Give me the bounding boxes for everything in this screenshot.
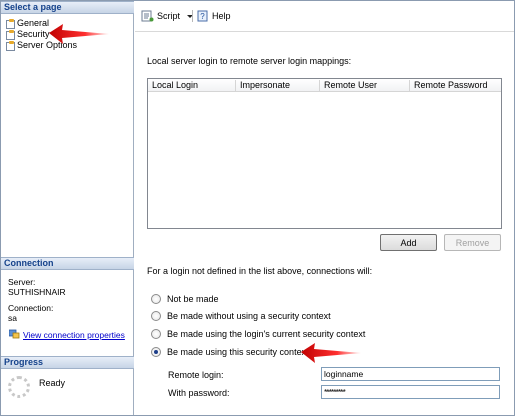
radio-label: Be made without using a security context (167, 311, 331, 321)
server-label: Server: (8, 277, 36, 287)
column-header-local-login[interactable]: Local Login (148, 80, 236, 91)
view-connection-properties-link[interactable]: View connection properties (23, 330, 125, 340)
left-pane: Select a page General Security Server Op… (1, 1, 134, 415)
radio-button-selected[interactable] (151, 347, 161, 357)
remote-login-input[interactable]: loginname (321, 367, 500, 381)
help-label: Help (212, 11, 231, 21)
mappings-label: Local server login to remote server logi… (147, 56, 352, 66)
radio-button[interactable] (151, 294, 161, 304)
svg-text:?: ? (200, 12, 205, 21)
select-page-header: Select a page (1, 1, 134, 14)
page-item-security[interactable]: Security (5, 29, 50, 40)
radio-label: Not be made (167, 294, 219, 304)
connection-label: Connection: (8, 303, 54, 313)
connection-properties-icon (9, 329, 20, 339)
add-button[interactable]: Add (380, 234, 437, 251)
toolbar-separator (192, 10, 193, 22)
page-icon (5, 29, 15, 40)
page-item-general[interactable]: General (5, 18, 50, 29)
annotation-arrow (49, 24, 109, 44)
login-mappings-grid[interactable]: Local Login Impersonate Remote User Remo… (147, 78, 502, 229)
progress-header: Progress (1, 356, 134, 369)
script-icon (141, 10, 154, 22)
password-label: With password: (168, 388, 230, 398)
radio-not-be-made[interactable]: Not be made (151, 293, 219, 305)
page-item-label: Security (17, 29, 50, 39)
radio-label: Be made using the login's current securi… (167, 329, 366, 339)
radio-label: Be made using this security context: (167, 347, 312, 357)
script-label: Script (157, 11, 181, 21)
connection-header: Connection (1, 257, 134, 270)
right-pane: Script ? Help Local server login to remo… (135, 1, 514, 415)
remote-login-label: Remote login: (168, 370, 224, 380)
column-header-impersonate[interactable]: Impersonate (236, 80, 320, 91)
column-header-remote-user[interactable]: Remote User (320, 80, 410, 91)
help-button[interactable]: ? Help (197, 9, 231, 23)
annotation-arrow (301, 343, 361, 363)
radio-without-security-context[interactable]: Be made without using a security context (151, 310, 331, 322)
column-header-remote-password[interactable]: Remote Password (410, 80, 501, 91)
linked-server-properties-window: Select a page General Security Server Op… (0, 0, 515, 416)
toolbar: Script ? Help (135, 1, 514, 32)
connection-value: sa (8, 313, 17, 323)
script-button[interactable]: Script (141, 9, 194, 23)
page-item-label: General (17, 18, 50, 28)
progress-status: Ready (39, 378, 66, 388)
grid-header: Local Login Impersonate Remote User Remo… (148, 79, 501, 92)
progress-spinner-icon (8, 376, 30, 398)
radio-current-security-context[interactable]: Be made using the login's current securi… (151, 328, 365, 340)
page-icon (5, 18, 15, 29)
security-context-label: For a login not defined in the list abov… (147, 266, 373, 276)
radio-this-security-context[interactable]: Be made using this security context: (151, 346, 311, 358)
page-icon (5, 40, 15, 51)
remove-button[interactable]: Remove (444, 234, 501, 251)
help-icon: ? (197, 10, 208, 22)
radio-button[interactable] (151, 311, 161, 321)
radio-button[interactable] (151, 329, 161, 339)
server-value: SUTHISHNAIR (8, 287, 66, 297)
password-input[interactable]: ********* (321, 385, 500, 399)
